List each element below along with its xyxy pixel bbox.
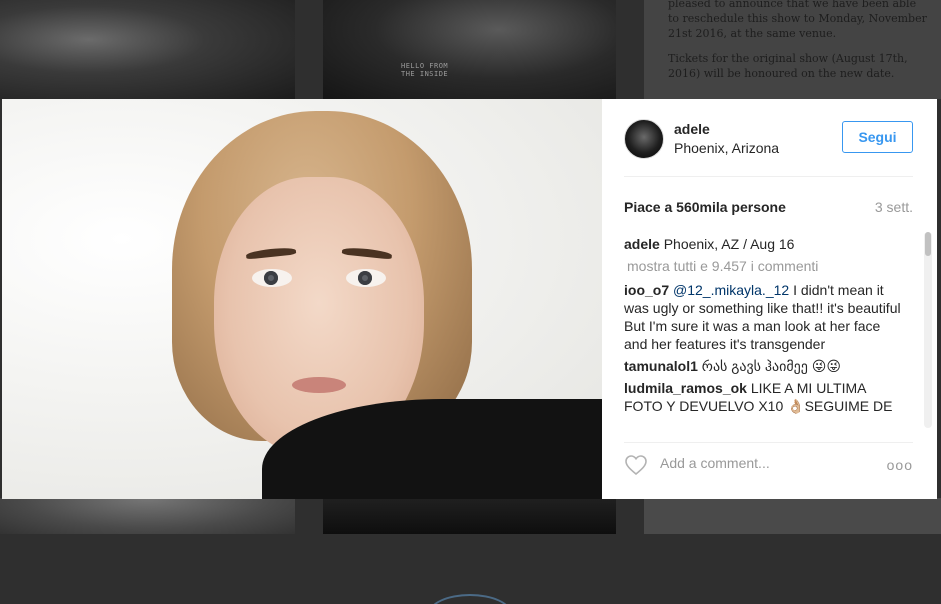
feed-tile-5[interactable] [323, 498, 616, 534]
likes-count[interactable]: Piace a 560mila persone [624, 199, 786, 215]
photo-brow-right [341, 246, 393, 260]
load-more-comments-link[interactable]: mostra tutti e 9.457 i commenti [627, 257, 904, 275]
announcement-line-1: pleased to announce that we have been ab… [668, 0, 927, 40]
scrollbar-thumb[interactable] [925, 232, 931, 256]
follow-button[interactable]: Segui [842, 121, 913, 153]
post-modal: adele Phoenix, Arizona Segui Piace a 560… [2, 99, 937, 499]
post-side-panel: adele Phoenix, Arizona Segui Piace a 560… [602, 99, 937, 499]
post-location[interactable]: Phoenix, Arizona [674, 140, 779, 156]
comment-mention[interactable]: @12_.mikayla._12 [673, 282, 789, 298]
post-time[interactable]: 3 sett. [875, 199, 913, 215]
comment-text: რას გავს ჰაიმეე 😜😜 [697, 358, 841, 374]
photo-brow-left [245, 246, 297, 260]
feed-tile-4[interactable] [0, 498, 295, 534]
caption-username[interactable]: adele [624, 236, 660, 252]
photo-eye-left [252, 269, 292, 287]
more-options-icon[interactable]: ooo [887, 453, 913, 477]
list-item: ioo_o7 @12_.mikayla._12 I didn't mean it… [624, 281, 904, 353]
add-comment-input[interactable] [660, 455, 860, 471]
comments-scrollbar[interactable] [924, 232, 932, 428]
feed-tile-6[interactable] [644, 498, 941, 534]
feed-tile-2[interactable]: HELLO FROM THE INSIDE [323, 0, 616, 99]
announcement-text: pleased to announce that we have been ab… [668, 0, 929, 91]
announcement-line-2: Tickets for the original show (August 17… [668, 52, 908, 80]
feed-tile-3[interactable]: pleased to announce that we have been ab… [644, 0, 941, 99]
feed-tile-1[interactable] [0, 0, 295, 99]
comments-list: adele Phoenix, AZ / Aug 16 mostra tutti … [624, 235, 904, 431]
photo-mouth [292, 377, 346, 393]
heart-outline-icon[interactable] [624, 453, 648, 477]
photo-eye-right [346, 269, 386, 287]
list-item: tamunalol1 რას გავს ჰაიმეე 😜😜 [624, 357, 904, 375]
comment-footer: ooo [624, 453, 913, 477]
post-header: adele Phoenix, Arizona Segui [624, 119, 913, 159]
comment-username[interactable]: ludmila_ramos_ok [624, 380, 747, 396]
post-photo[interactable] [2, 99, 602, 499]
list-item: ludmila_ramos_ok LIKE A MI ULTIMA FOTO Y… [624, 379, 904, 415]
avatar[interactable] [624, 119, 664, 159]
comment-username[interactable]: ioo_o7 [624, 282, 669, 298]
shirt-text: HELLO FROM THE INSIDE [401, 62, 449, 78]
footer-divider [624, 442, 913, 443]
comment-username[interactable]: tamunalol1 [624, 358, 698, 374]
header-divider [624, 176, 913, 177]
caption-text: Phoenix, AZ / Aug 16 [663, 236, 795, 252]
post-username[interactable]: adele [674, 121, 710, 137]
load-more-spinner [428, 594, 512, 604]
caption: adele Phoenix, AZ / Aug 16 [624, 235, 904, 253]
